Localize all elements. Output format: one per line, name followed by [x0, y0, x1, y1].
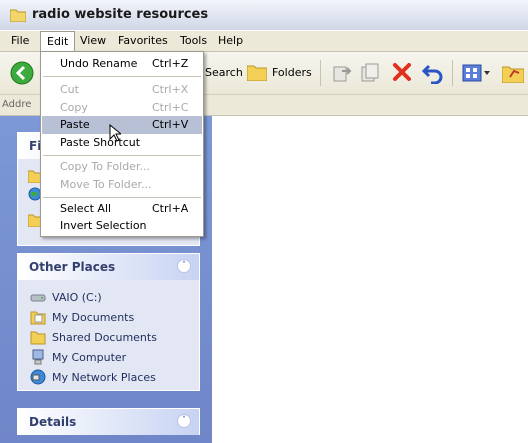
menu-item-cut[interactable]: Cut Ctrl+X	[42, 81, 202, 99]
folders-icon[interactable]	[246, 63, 268, 84]
place-item-shared-documents[interactable]: Shared Documents	[30, 329, 157, 345]
menu-separator	[43, 155, 201, 156]
collapse-up-icon[interactable]: ˆ	[177, 259, 191, 273]
menu-item-paste-shortcut[interactable]: Paste Shortcut	[42, 134, 202, 152]
menu-item-shortcut: Ctrl+V	[152, 118, 189, 131]
folder-icon	[9, 8, 27, 25]
back-icon[interactable]	[10, 61, 34, 88]
other-places-panel: Other Places ˆ VAIO (C:) My Documents Sh…	[17, 253, 200, 391]
menu-item-label: Move To Folder...	[60, 178, 152, 191]
mouse-cursor-icon	[109, 123, 123, 145]
menu-favorites[interactable]: Favorites	[118, 34, 168, 47]
views-icon[interactable]	[462, 63, 492, 86]
menu-file[interactable]: File	[11, 34, 29, 47]
folders-button-label[interactable]: Folders	[272, 66, 312, 79]
menu-item-label: Copy To Folder...	[60, 160, 150, 173]
place-label: My Network Places	[52, 370, 156, 384]
menu-item-copy-to-folder[interactable]: Copy To Folder...	[42, 158, 202, 176]
menu-item-copy[interactable]: Copy Ctrl+C	[42, 99, 202, 117]
copy-to-icon[interactable]	[360, 63, 380, 86]
menu-item-label: Invert Selection	[60, 219, 147, 232]
menu-item-label: Copy	[60, 101, 88, 114]
address-label: Addre	[2, 99, 32, 110]
menu-item-shortcut: Ctrl+X	[152, 83, 189, 96]
place-item-my-computer[interactable]: My Computer	[30, 349, 126, 365]
place-item-network-places[interactable]: My Network Places	[30, 369, 156, 385]
drive-icon	[30, 289, 46, 305]
menu-item-shortcut: Ctrl+Z	[152, 57, 189, 70]
menu-item-undo-rename[interactable]: Undo Rename Ctrl+Z	[42, 55, 202, 73]
toolbar-separator	[452, 60, 453, 86]
menu-view[interactable]: View	[80, 34, 106, 47]
menu-item-label: Select All	[60, 202, 112, 215]
menu-edit[interactable]: Edit	[40, 31, 76, 51]
place-label: VAIO (C:)	[52, 290, 102, 304]
menu-item-label: Paste Shortcut	[60, 136, 141, 149]
folder-options-icon[interactable]	[501, 63, 525, 86]
details-header[interactable]: Details ˇ	[18, 409, 199, 435]
move-to-icon[interactable]	[332, 63, 352, 86]
toolbar-separator	[320, 60, 321, 86]
my-documents-icon	[30, 309, 46, 325]
delete-icon[interactable]	[392, 62, 412, 85]
details-title: Details	[29, 415, 77, 429]
menu-item-shortcut: Ctrl+A	[152, 202, 189, 215]
menu-help[interactable]: Help	[218, 34, 243, 47]
menu-item-label: Undo Rename	[60, 57, 138, 70]
file-list-area[interactable]	[212, 116, 528, 443]
menu-item-label: Paste	[60, 118, 90, 131]
expand-down-icon[interactable]: ˇ	[177, 414, 191, 428]
place-item-vaio[interactable]: VAIO (C:)	[30, 289, 102, 305]
undo-icon[interactable]	[421, 62, 444, 87]
menu-tools[interactable]: Tools	[180, 34, 207, 47]
other-places-title: Other Places	[29, 260, 116, 274]
menu-item-label: Cut	[60, 83, 79, 96]
my-computer-icon	[30, 349, 46, 365]
menu-item-paste[interactable]: Paste Ctrl+V	[42, 116, 202, 134]
shared-folder-icon	[30, 329, 46, 345]
place-label: My Documents	[52, 310, 135, 324]
network-places-icon	[30, 369, 46, 385]
menu-bar: File Edit View Favorites Tools Help	[0, 31, 528, 52]
other-places-header[interactable]: Other Places ˆ	[18, 254, 199, 280]
menu-item-invert-selection[interactable]: Invert Selection	[42, 217, 202, 235]
menu-item-select-all[interactable]: Select All Ctrl+A	[42, 200, 202, 218]
menu-separator	[43, 76, 201, 77]
window-title: radio website resources	[32, 7, 209, 22]
title-bar: radio website resources	[0, 0, 528, 30]
place-label: Shared Documents	[52, 330, 157, 344]
place-label: My Computer	[52, 350, 127, 364]
menu-item-move-to-folder[interactable]: Move To Folder...	[42, 176, 202, 194]
edit-menu-dropdown: Undo Rename Ctrl+Z Cut Ctrl+X Copy Ctrl+…	[40, 51, 204, 237]
details-panel: Details ˇ	[17, 408, 200, 435]
place-item-my-documents[interactable]: My Documents	[30, 309, 134, 325]
search-button-label[interactable]: Search	[205, 66, 243, 79]
menu-item-shortcut: Ctrl+C	[152, 101, 189, 114]
menu-separator	[43, 197, 201, 198]
